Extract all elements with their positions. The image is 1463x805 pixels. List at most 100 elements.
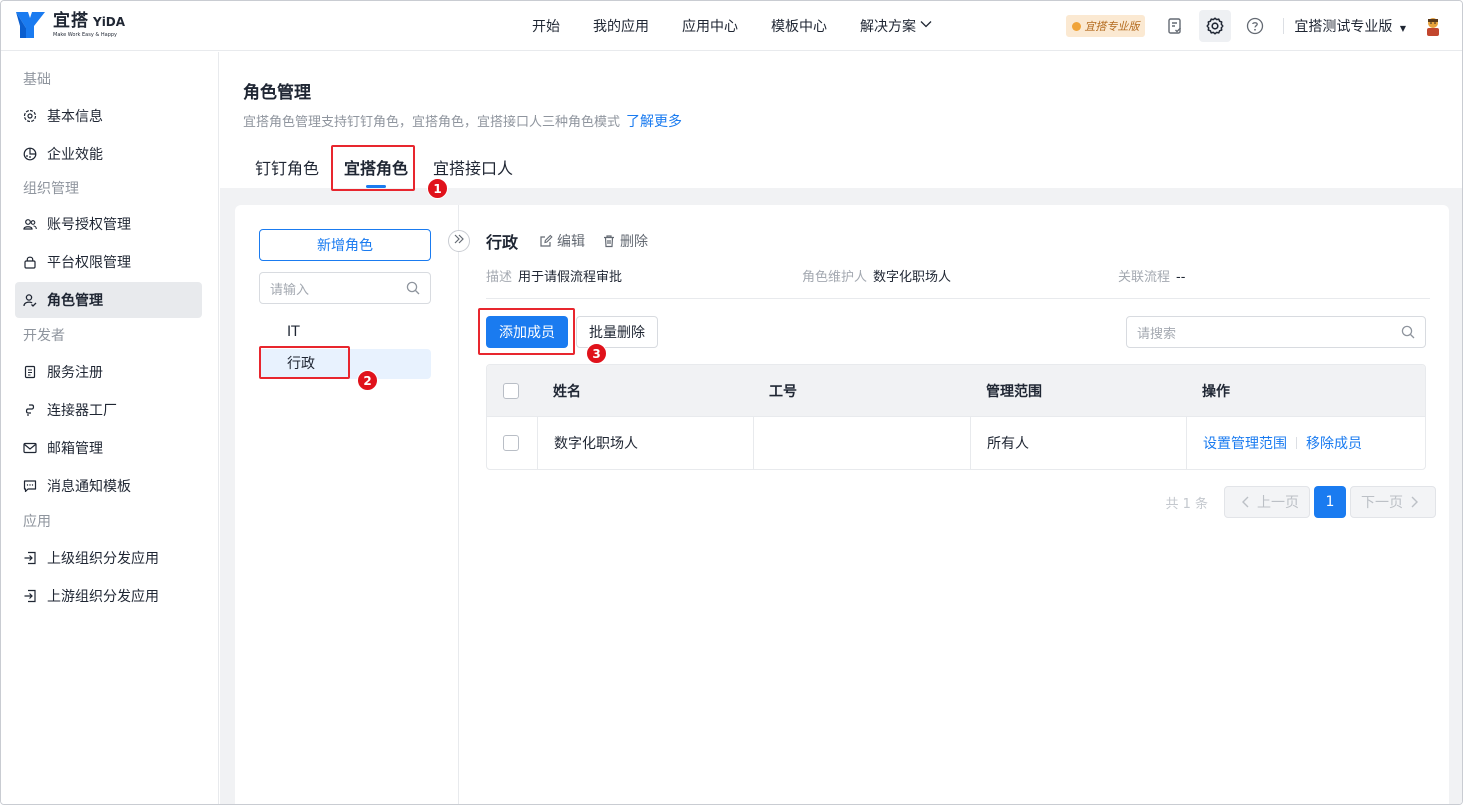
add-role-button[interactable]: 新增角色 (259, 229, 431, 261)
next-page-button[interactable]: 下一页 (1350, 486, 1436, 518)
sidebar-item-role-mgmt[interactable]: 角色管理 (15, 282, 202, 318)
role-detail-name: 行政 (486, 233, 519, 252)
action-divider (1296, 437, 1297, 449)
crown-icon (1072, 21, 1082, 31)
logo-title: 宜搭 (53, 10, 89, 31)
page-number-current[interactable]: 1 (1314, 486, 1346, 518)
annotation-box-3 (478, 308, 575, 355)
pagination: 共 1 条 上一页 1 下一页 (1165, 486, 1436, 518)
trash-icon (602, 234, 616, 248)
task-list-icon[interactable] (1159, 10, 1191, 42)
sidebar-item-mail[interactable]: 邮箱管理 (15, 430, 202, 466)
select-all-checkbox[interactable] (503, 382, 519, 399)
delete-role-button[interactable]: 删除 (602, 231, 648, 251)
annotation-badge-1: 1 (427, 178, 448, 199)
sidebar-item-platform-perm[interactable]: 平台权限管理 (15, 244, 202, 280)
remove-member-link[interactable]: 移除成员 (1306, 433, 1362, 453)
nav-my-apps[interactable]: 我的应用 (593, 16, 649, 36)
nav-start[interactable]: 开始 (532, 16, 560, 36)
users-icon (23, 217, 37, 231)
sidebar-item-basic-info[interactable]: 基本信息 (15, 98, 202, 134)
nav-solutions-label: 解决方案 (860, 19, 916, 35)
sidebar-group-app: 应用 (23, 514, 51, 530)
pagination-total: 共 1 条 (1165, 496, 1208, 512)
learn-more-link[interactable]: 了解更多 (626, 114, 682, 130)
row-checkbox[interactable] (503, 435, 519, 451)
sidebar-item-efficiency[interactable]: 企业效能 (15, 136, 202, 172)
pro-badge[interactable]: 宜搭专业版 (1066, 15, 1146, 37)
search-icon (1401, 325, 1415, 343)
search-icon (406, 281, 420, 299)
role-desc-value: 用于请假流程审批 (518, 270, 623, 285)
header-right: 宜搭专业版 宜搭测试专业版 ▼ (1066, 1, 1462, 51)
sidebar-group-org: 组织管理 (23, 181, 79, 197)
role-search-input[interactable]: 请输入 (259, 272, 431, 304)
role-item-it[interactable]: IT (259, 317, 431, 347)
org-switcher[interactable]: 宜搭测试专业版 ▼ (1294, 16, 1406, 36)
user-avatar[interactable] (1422, 15, 1444, 37)
app-window: 宜搭 YiDA Make Work Easy & Happy 开始 我的应用 应用… (0, 0, 1463, 805)
annotation-box-2 (259, 346, 350, 379)
sidebar-item-label: 服务注册 (47, 365, 103, 381)
nav-app-center[interactable]: 应用中心 (682, 16, 738, 36)
role-card: 新增角色 请输入 IT 行政 行政 编辑 删除 描述 用于请假流程审批 角色维护… (235, 205, 1449, 804)
nav-solutions[interactable]: 解决方案 (860, 16, 932, 36)
pro-badge-label: 宜搭专业版 (1084, 20, 1140, 33)
related-flow-value: -- (1176, 270, 1186, 285)
annotation-badge-2: 2 (357, 370, 378, 391)
chevron-left-icon (1241, 496, 1251, 508)
content-background: 新增角色 请输入 IT 行政 行政 编辑 删除 描述 用于请假流程审批 角色维护… (220, 188, 1462, 804)
caret-down-icon: ▼ (1399, 24, 1406, 33)
sidebar-item-label: 消息通知模板 (47, 479, 131, 495)
sidebar-item-account-auth[interactable]: 账号授权管理 (15, 206, 202, 242)
annotation-box-1 (331, 145, 415, 191)
batch-delete-button[interactable]: 批量删除 (576, 316, 658, 348)
nav-template-center[interactable]: 模板中心 (771, 16, 827, 36)
member-table: 姓名 工号 管理范围 操作 数字化职场人 所有人 设置管理范围 移除成员 (486, 364, 1426, 470)
sidebar-item-connector[interactable]: 连接器工厂 (15, 392, 202, 428)
delete-role-label: 删除 (620, 234, 648, 250)
set-scope-link[interactable]: 设置管理范围 (1203, 433, 1287, 453)
related-flow-label: 关联流程 (1118, 270, 1171, 285)
page-description-text: 宜搭角色管理支持钉钉角色，宜搭角色，宜搭接口人三种角色模式 (243, 115, 621, 130)
settings-gear-icon[interactable] (1199, 10, 1232, 42)
member-search-placeholder: 请搜索 (1137, 326, 1177, 342)
sidebar-item-label: 角色管理 (47, 293, 103, 309)
org-name: 宜搭测试专业版 (1294, 19, 1393, 35)
collapse-panel-button[interactable] (448, 230, 470, 252)
role-search-placeholder: 请输入 (270, 282, 310, 298)
efficiency-icon (23, 147, 37, 161)
member-actions: 设置管理范围 移除成员 (1186, 417, 1425, 469)
sidebar-item-service-reg[interactable]: 服务注册 (15, 354, 202, 390)
column-header-scope: 管理范围 (986, 383, 1042, 400)
header-divider (1283, 18, 1285, 34)
help-icon[interactable] (1239, 10, 1271, 42)
yida-logo-icon (14, 10, 47, 40)
sidebar-item-msg-template[interactable]: 消息通知模板 (15, 468, 202, 504)
prev-page-button[interactable]: 上一页 (1224, 486, 1310, 518)
role-desc-label: 描述 (486, 270, 513, 285)
sidebar-group-basic: 基础 (23, 72, 51, 88)
role-list-panel: 新增角色 请输入 IT 行政 (235, 205, 459, 804)
page-title: 角色管理 (243, 83, 311, 103)
member-search-input[interactable]: 请搜索 (1126, 316, 1426, 348)
yida-logo[interactable]: 宜搭 YiDA Make Work Easy & Happy (14, 9, 125, 41)
sidebar-item-label: 账号授权管理 (47, 217, 131, 233)
table-header: 姓名 工号 管理范围 操作 (487, 365, 1425, 416)
sidebar-item-label: 上游组织分发应用 (47, 589, 159, 605)
login-icon (23, 589, 37, 603)
sidebar-item-upper-org-apps[interactable]: 上级组织分发应用 (15, 540, 202, 576)
member-id (753, 417, 970, 469)
top-nav: 开始 我的应用 应用中心 模板中心 解决方案 (532, 1, 965, 51)
sidebar-item-upstream-org-apps[interactable]: 上游组织分发应用 (15, 578, 202, 614)
lock-icon (23, 255, 37, 269)
member-scope: 所有人 (970, 417, 1186, 469)
tab-dingtalk-role[interactable]: 钉钉角色 (255, 156, 319, 188)
related-flow-field: 关联流程 -- (1118, 266, 1185, 285)
role-maintainer-label: 角色维护人 (802, 270, 868, 285)
column-header-name: 姓名 (553, 383, 581, 400)
table-row: 数字化职场人 所有人 设置管理范围 移除成员 (487, 416, 1425, 469)
member-name: 数字化职场人 (537, 417, 753, 469)
edit-icon (539, 234, 553, 248)
edit-role-button[interactable]: 编辑 (539, 231, 585, 251)
